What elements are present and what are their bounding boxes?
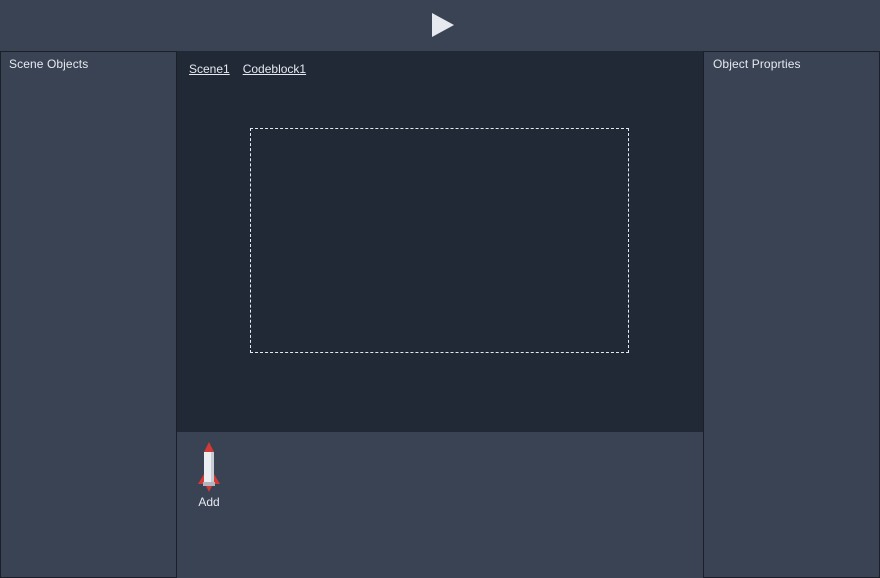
tab-scene1[interactable]: Scene1 (189, 62, 230, 76)
object-properties-panel: Object Proprties (703, 51, 880, 578)
app-window: Scene Objects Scene1 Codeblock1 Add Obje… (0, 0, 880, 578)
top-toolbar (0, 0, 880, 50)
tab-codeblock1[interactable]: Codeblock1 (243, 62, 306, 76)
object-properties-title: Object Proprties (713, 57, 801, 71)
add-object-button[interactable]: Add (193, 442, 225, 512)
toolbox-panel: Add (177, 432, 703, 578)
play-icon[interactable] (431, 13, 455, 37)
scene-objects-panel: Scene Objects (0, 51, 177, 578)
rocket-icon (198, 442, 220, 492)
editor-area: Scene1 Codeblock1 (177, 51, 703, 432)
scene-objects-title: Scene Objects (9, 57, 89, 71)
add-object-label: Add (198, 495, 220, 509)
editor-tabs: Scene1 Codeblock1 (189, 62, 306, 76)
scene-stage-canvas[interactable] (250, 128, 629, 353)
